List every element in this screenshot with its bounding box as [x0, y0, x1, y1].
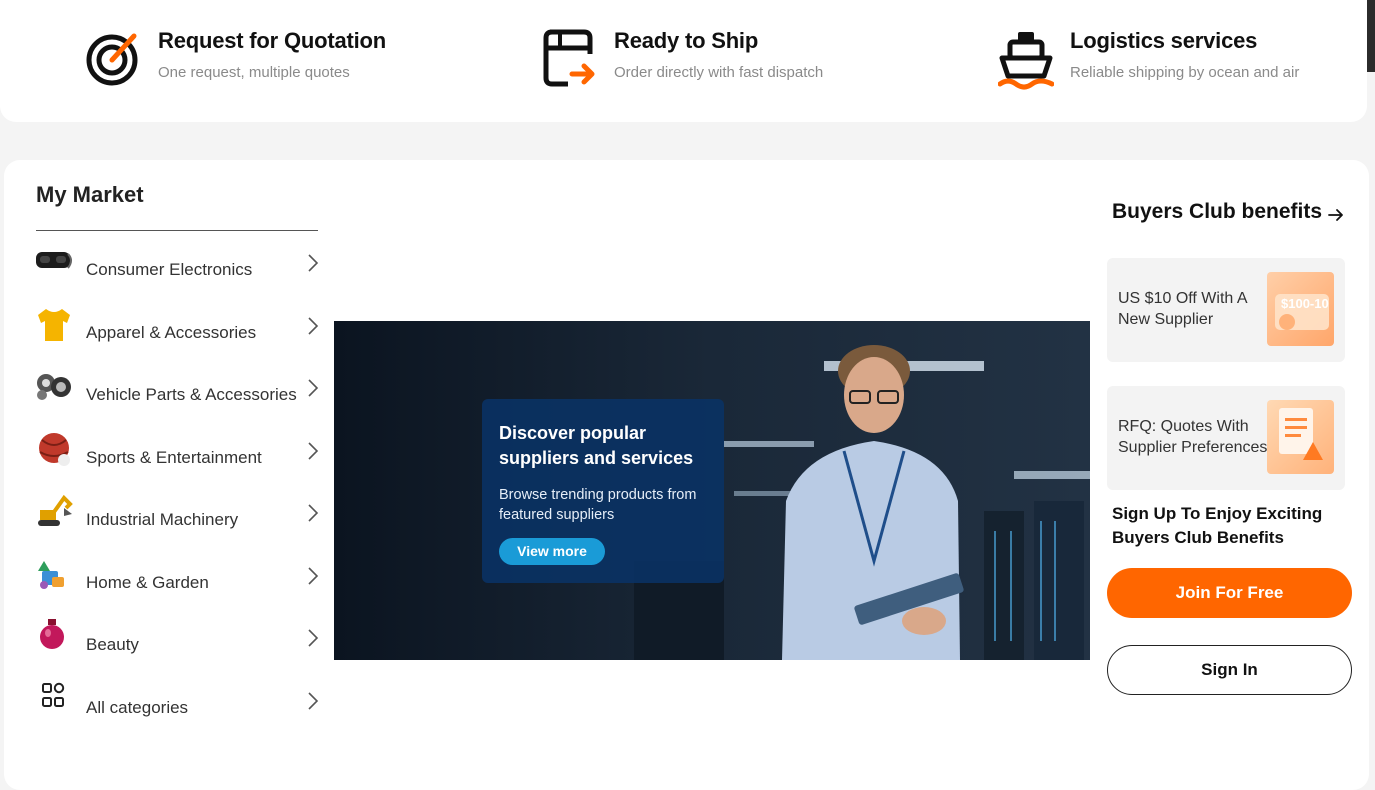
chevron-right-icon [308, 567, 319, 585]
grid-icon [42, 682, 65, 707]
service-subtitle: Reliable shipping by ocean and air [1070, 64, 1300, 81]
chevron-right-icon [308, 504, 319, 522]
chevron-right-icon [308, 442, 319, 460]
category-home-garden[interactable]: Home & Garden [34, 557, 324, 601]
category-apparel[interactable]: Apparel & Accessories [34, 307, 324, 351]
target-icon [86, 33, 138, 86]
service-title: Ready to Ship [614, 28, 759, 53]
coupon-amount: $100-10 [1281, 296, 1329, 311]
chevron-right-icon [308, 254, 319, 272]
category-all[interactable]: All categories [34, 682, 324, 726]
category-label: Vehicle Parts & Accessories [86, 385, 297, 404]
category-label: Home & Garden [86, 573, 209, 592]
chevron-right-icon [308, 692, 319, 710]
chevron-right-icon [308, 317, 319, 335]
category-label: Beauty [86, 635, 139, 654]
service-title: Logistics services [1070, 28, 1258, 53]
category-label: Industrial Machinery [86, 510, 239, 529]
category-label: All categories [86, 698, 189, 717]
services-strip: Request for Quotation One request, multi… [0, 0, 1367, 122]
box-arrow-icon [543, 29, 595, 87]
divider [36, 230, 318, 231]
service-subtitle: Order directly with fast dispatch [614, 64, 824, 81]
vr-headset-icon [36, 252, 72, 269]
home-garden-icon [38, 561, 64, 589]
benefit-text: RFQ: Quotes With Supplier Preferences [1118, 418, 1268, 456]
service-subtitle: One request, multiple quotes [158, 64, 350, 81]
car-parts-icon [37, 374, 71, 400]
sports-ball-icon [39, 433, 70, 466]
view-more-button[interactable]: View more [499, 538, 605, 565]
sign-in-button[interactable]: Sign In [1107, 645, 1352, 695]
perfume-icon [40, 619, 64, 649]
category-sports[interactable]: Sports & Entertainment [34, 432, 324, 476]
arrow-right-icon[interactable] [1327, 206, 1345, 224]
category-industrial-machinery[interactable]: Industrial Machinery [34, 494, 324, 538]
top-edge-right [1366, 0, 1375, 72]
benefit-card-rfq[interactable]: RFQ: Quotes With Supplier Preferences [1107, 386, 1345, 490]
chevron-right-icon [308, 379, 319, 397]
market-title: My Market [36, 182, 144, 207]
banner-heading: Discover popular suppliers and services [499, 423, 694, 468]
main-panel: My Market Consumer Electronics Apparel &… [4, 160, 1369, 790]
banner-card: Discover popular suppliers and services … [482, 399, 724, 583]
join-for-free-button[interactable]: Join For Free [1107, 568, 1352, 618]
ship-icon [998, 32, 1054, 90]
category-label: Sports & Entertainment [86, 448, 262, 467]
category-vehicle-parts[interactable]: Vehicle Parts & Accessories [34, 369, 324, 413]
banner-text: Browse trending products from featured s… [499, 487, 697, 523]
benefit-card-coupon[interactable]: US $10 Off With A New Supplier $100-10 [1107, 258, 1345, 362]
chevron-right-icon [308, 629, 319, 647]
service-title: Request for Quotation [158, 28, 387, 53]
category-beauty[interactable]: Beauty [34, 619, 324, 663]
promo-banner[interactable]: Discover popular suppliers and services … [334, 321, 1090, 660]
category-label: Consumer Electronics [86, 260, 253, 279]
category-consumer-electronics[interactable]: Consumer Electronics [34, 244, 324, 288]
excavator-icon [38, 494, 73, 526]
club-title: Buyers Club benefits [1112, 200, 1323, 223]
coupon-image: $100-10 [1267, 272, 1334, 346]
club-cta-text: Sign Up To Enjoy Exciting Buyers Club Be… [1112, 504, 1323, 547]
category-label: Apparel & Accessories [86, 323, 257, 342]
clipboard-icon [1279, 408, 1323, 460]
benefit-text: US $10 Off With A New Supplier [1118, 290, 1247, 328]
rfq-image [1267, 400, 1334, 474]
tshirt-icon [38, 309, 70, 341]
